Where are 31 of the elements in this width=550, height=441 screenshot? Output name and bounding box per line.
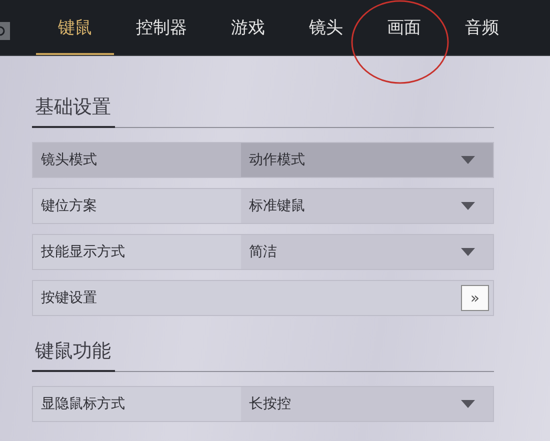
setting-row[interactable]: 显隐鼠标方式 长按控 <box>32 386 494 422</box>
dropdown-value: 动作模式 <box>249 151 305 169</box>
section-title: 键鼠功能 <box>32 338 115 372</box>
caret-icon <box>461 400 475 408</box>
dropdown[interactable]: 简洁 <box>241 235 493 269</box>
dropdown-value: 标准键鼠 <box>249 197 305 215</box>
setting-row[interactable]: 技能显示方式 简洁 <box>32 234 494 270</box>
dropdown[interactable]: 动作模式 <box>241 143 493 177</box>
setting-label: 显隐鼠标方式 <box>40 395 126 414</box>
setting-label: 技能显示方式 <box>40 243 126 262</box>
open-button[interactable]: » <box>461 285 489 311</box>
section-title: 基础设置 <box>32 94 115 128</box>
dropdown[interactable]: 标准键鼠 <box>241 189 493 223</box>
settings-tab[interactable]: 游戏 <box>209 0 287 55</box>
setting-label: 键位方案 <box>40 197 98 216</box>
settings-tab[interactable]: 键鼠 <box>36 0 114 55</box>
search-icon[interactable] <box>0 22 10 40</box>
dropdown-value: 简洁 <box>249 243 277 261</box>
settings-tab[interactable]: 镜头 <box>287 0 365 55</box>
setting-label: 镜头模式 <box>40 151 98 170</box>
setting-label: 按键设置 <box>40 289 98 308</box>
dropdown[interactable]: 长按控 <box>241 387 493 421</box>
settings-tab[interactable]: 音频 <box>443 0 521 55</box>
caret-icon <box>461 156 475 164</box>
caret-icon <box>461 202 475 210</box>
caret-icon <box>461 248 475 256</box>
setting-row[interactable]: 镜头模式 动作模式 <box>32 142 494 178</box>
dropdown-value: 长按控 <box>249 395 291 413</box>
settings-tab[interactable]: 控制器 <box>114 0 209 55</box>
setting-row[interactable]: 按键设置 » <box>32 280 494 316</box>
setting-row[interactable]: 键位方案 标准键鼠 <box>32 188 494 224</box>
